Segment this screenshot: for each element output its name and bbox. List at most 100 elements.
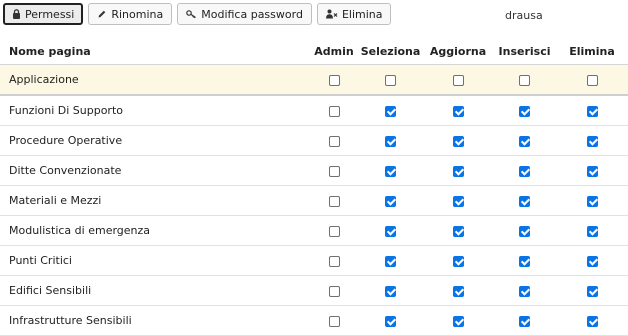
inserisci-checkbox[interactable] — [519, 285, 530, 297]
inserisci-checkbox[interactable] — [519, 315, 530, 327]
cell-admin — [310, 64, 358, 96]
aggiorna-checkbox[interactable] — [452, 74, 464, 86]
aggiorna-checkbox[interactable] — [452, 135, 464, 147]
cell-seleziona — [358, 305, 423, 336]
cell-elimina — [556, 185, 628, 216]
seleziona-checkbox[interactable] — [385, 74, 396, 86]
cell-admin — [310, 305, 358, 336]
cell-seleziona — [358, 125, 423, 156]
column-header-elimina: Elimina — [556, 38, 628, 65]
cell-elimina — [556, 155, 628, 186]
elimina-checkbox[interactable] — [586, 135, 598, 147]
admin-checkbox[interactable] — [328, 315, 340, 327]
seleziona-checkbox[interactable] — [385, 105, 396, 117]
seleziona-checkbox[interactable] — [385, 195, 396, 207]
aggiorna-checkbox[interactable] — [452, 225, 464, 237]
cell-inserisci — [493, 275, 556, 306]
elimina-checkbox[interactable] — [586, 225, 598, 237]
table-header-row: Nome pagina Admin Seleziona Aggiorna Ins… — [0, 38, 628, 65]
aggiorna-checkbox[interactable] — [452, 105, 464, 117]
column-header-seleziona: Seleziona — [358, 38, 423, 65]
elimina-checkbox[interactable] — [586, 165, 598, 177]
elimina-label: Elimina — [341, 7, 383, 21]
cell-seleziona — [358, 275, 423, 306]
cell-aggiorna — [423, 64, 493, 96]
page-name: Materiali e Mezzi — [0, 185, 310, 216]
admin-checkbox[interactable] — [328, 165, 340, 177]
modifica-password-button[interactable]: Modifica password — [177, 3, 312, 25]
admin-checkbox[interactable] — [328, 225, 340, 237]
seleziona-checkbox[interactable] — [385, 285, 396, 297]
admin-checkbox[interactable] — [328, 285, 340, 297]
cell-seleziona — [358, 95, 423, 126]
cell-admin — [310, 185, 358, 216]
table-row: Applicazione — [0, 64, 628, 96]
cell-elimina — [556, 305, 628, 336]
cell-aggiorna — [423, 185, 493, 216]
inserisci-checkbox[interactable] — [519, 255, 530, 267]
inserisci-checkbox[interactable] — [519, 105, 530, 117]
admin-checkbox[interactable] — [328, 74, 340, 86]
elimina-button[interactable]: Elimina — [316, 3, 392, 25]
table-row: Ditte Convenzionate — [0, 155, 628, 186]
modifica-password-label: Modifica password — [201, 7, 303, 21]
aggiorna-checkbox[interactable] — [452, 255, 464, 267]
seleziona-checkbox[interactable] — [385, 255, 396, 267]
permessi-button[interactable]: Permessi — [3, 3, 84, 25]
aggiorna-checkbox[interactable] — [452, 165, 464, 177]
cell-admin — [310, 215, 358, 246]
elimina-checkbox[interactable] — [586, 255, 598, 267]
elimina-checkbox[interactable] — [586, 105, 598, 117]
table-row: Punti Critici — [0, 245, 628, 276]
table-row: Infrastrutture Sensibili — [0, 305, 628, 336]
pencil-icon — [97, 9, 107, 19]
cell-admin — [310, 275, 358, 306]
table-row: Edifici Sensibili — [0, 275, 628, 306]
inserisci-checkbox[interactable] — [519, 195, 530, 207]
elimina-checkbox[interactable] — [586, 74, 598, 86]
inserisci-checkbox[interactable] — [519, 74, 530, 86]
admin-checkbox[interactable] — [328, 255, 340, 267]
aggiorna-checkbox[interactable] — [452, 285, 464, 297]
cell-inserisci — [493, 245, 556, 276]
rinomina-button[interactable]: Rinomina — [88, 3, 173, 25]
cell-seleziona — [358, 64, 423, 96]
admin-checkbox[interactable] — [328, 105, 340, 117]
cell-elimina — [556, 64, 628, 96]
inserisci-checkbox[interactable] — [519, 165, 530, 177]
page-name: Applicazione — [0, 64, 310, 96]
cell-aggiorna — [423, 275, 493, 306]
aggiorna-checkbox[interactable] — [452, 315, 464, 327]
elimina-checkbox[interactable] — [586, 195, 598, 207]
table-row: Procedure Operative — [0, 125, 628, 156]
cell-inserisci — [493, 155, 556, 186]
admin-checkbox[interactable] — [328, 135, 340, 147]
inserisci-checkbox[interactable] — [519, 135, 530, 147]
cell-elimina — [556, 215, 628, 246]
cell-aggiorna — [423, 95, 493, 126]
page-name: Ditte Convenzionate — [0, 155, 310, 186]
lock-icon — [12, 9, 21, 19]
admin-checkbox[interactable] — [328, 195, 340, 207]
table-row: Funzioni Di Supporto — [0, 95, 628, 126]
aggiorna-checkbox[interactable] — [452, 195, 464, 207]
seleziona-checkbox[interactable] — [385, 135, 396, 147]
elimina-checkbox[interactable] — [586, 285, 598, 297]
seleziona-checkbox[interactable] — [385, 165, 396, 177]
column-header-inserisci: Inserisci — [493, 38, 556, 65]
seleziona-checkbox[interactable] — [385, 315, 396, 327]
cell-inserisci — [493, 215, 556, 246]
column-header-nome-pagina: Nome pagina — [0, 38, 310, 65]
inserisci-checkbox[interactable] — [519, 225, 530, 237]
key-icon — [186, 9, 197, 19]
cell-inserisci — [493, 95, 556, 126]
user-remove-icon — [325, 9, 338, 19]
cell-elimina — [556, 245, 628, 276]
toolbar: Permessi Rinomina Modifica password Elim… — [3, 3, 392, 25]
column-header-admin: Admin — [310, 38, 358, 65]
elimina-checkbox[interactable] — [586, 315, 598, 327]
cell-elimina — [556, 95, 628, 126]
cell-aggiorna — [423, 215, 493, 246]
seleziona-checkbox[interactable] — [385, 225, 396, 237]
cell-seleziona — [358, 185, 423, 216]
